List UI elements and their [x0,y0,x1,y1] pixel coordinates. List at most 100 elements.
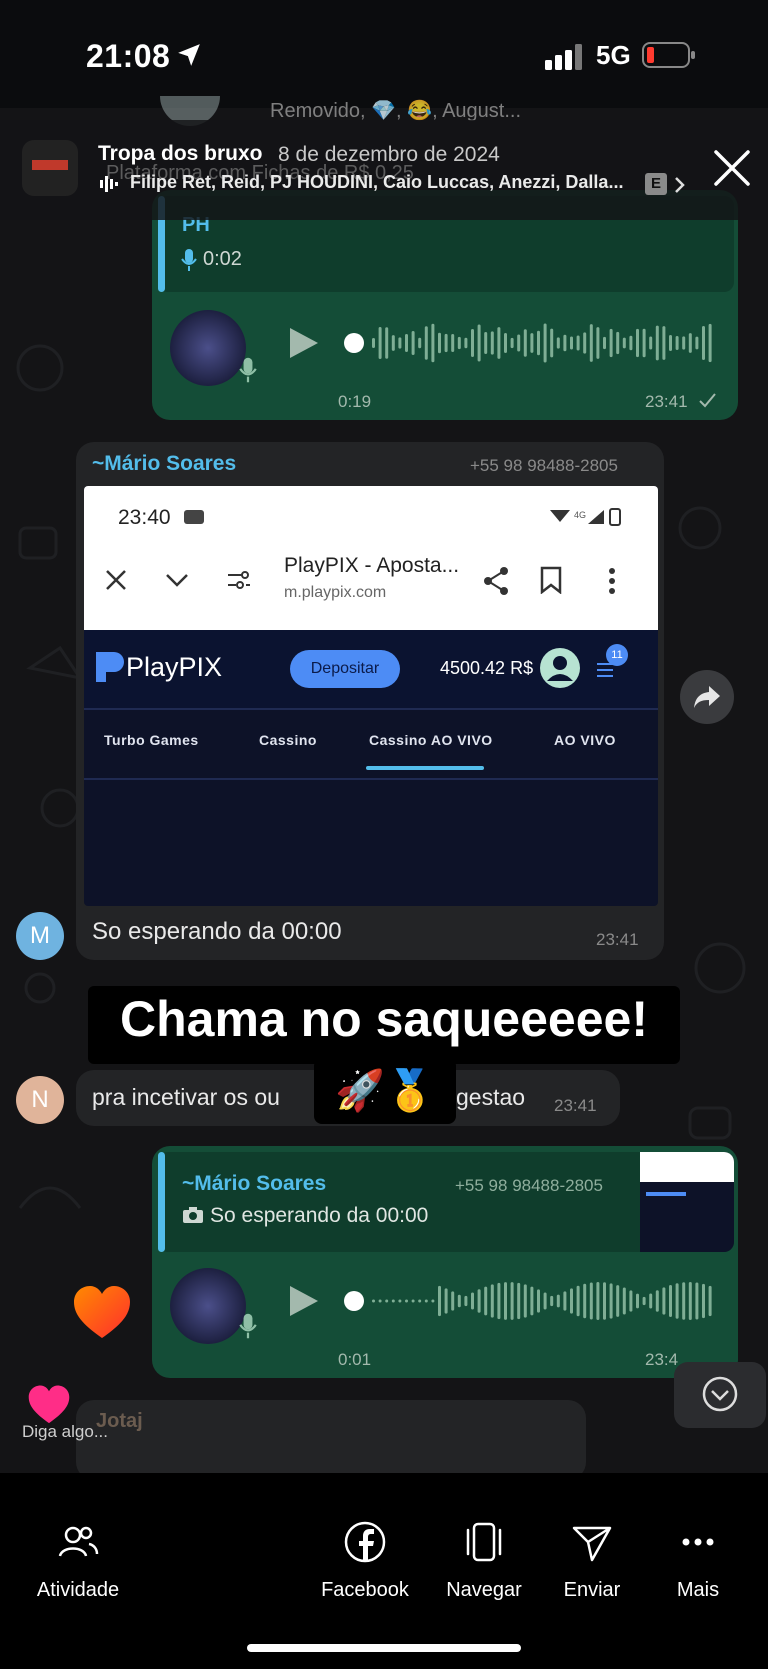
share-icon [484,567,508,595]
waveform-bar [398,1299,402,1303]
quote-thumbnail [640,1152,734,1252]
nav-send[interactable]: Enviar [532,1520,652,1602]
waveform-bar [457,336,461,350]
message-incoming-partial[interactable] [76,1400,586,1480]
waveform-bar [523,1284,527,1318]
battery-low-icon [642,42,695,68]
close-icon [106,570,126,590]
waveform-bar [385,1299,389,1303]
tab-turbo-games: Turbo Games [104,732,199,748]
quote-bar [158,1152,165,1252]
waveform-bar [583,1283,587,1319]
close-icon[interactable] [712,148,752,188]
voice-waveform[interactable] [340,318,712,368]
quote-audio-duration: 0:02 [203,248,242,270]
check-icon [699,393,716,408]
waveform-bar [669,1285,672,1317]
send-icon [572,1526,612,1562]
nav-facebook[interactable]: Facebook [305,1520,425,1602]
nav-activity[interactable]: Atividade [18,1520,138,1602]
message-time: 23:4 [645,1350,679,1369]
story-text-sticker[interactable]: Chama no saqueeeee! [88,990,680,1048]
waveform-bar [391,1299,395,1303]
network-type: 5G [596,40,631,70]
waveform-bar [583,332,587,354]
waveform-bar [589,324,593,362]
microphone-icon [181,249,197,271]
avatar[interactable]: N [16,1076,64,1124]
waveform-bar [424,326,428,360]
waveform-bar [655,1290,659,1312]
story-music[interactable]: Filipe Ret, Reid, PJ HOUDINI, Caio Lucca… [130,172,623,193]
waveform-bar [517,334,521,352]
message-text: So esperando da 00:00 [92,918,342,945]
heart-like-icon[interactable] [26,1384,72,1426]
waveform-bar [708,1285,712,1317]
waveform-bar [471,329,474,357]
people-icon [58,1526,99,1557]
waveform-bar [418,1299,422,1303]
more-vert-icon [609,568,615,594]
play-icon[interactable] [288,1284,320,1318]
microphone-icon [239,357,257,383]
message-text-right: gestao [456,1084,526,1110]
waveform-bar [550,1295,554,1307]
waveform-bar [688,333,692,353]
story-title[interactable]: Tropa dos bruxo [98,142,263,166]
waveform-bar [563,1291,567,1311]
waveform-bar [570,336,573,350]
waveform-bar [510,337,514,349]
waveform-bar [497,327,501,359]
waveform-bar [537,330,540,356]
status-time: 21:08 [86,38,171,74]
waveform-bar [484,1286,488,1316]
waveform-bar [688,1282,692,1320]
forward-icon [694,686,720,708]
waveform-bar [596,1282,600,1320]
story-group-thumbnail[interactable] [22,140,78,196]
heart-reaction-icon[interactable] [72,1284,132,1342]
browser-screenshot-image[interactable]: 23:40 4G PlayPIX - Aposta... m.playpix.c… [84,486,658,906]
message-sender: ~Mário Soares [92,452,237,475]
voice-duration: 0:01 [338,1350,372,1369]
waveform-bar [662,326,666,360]
browser-url: m.playpix.com [284,584,387,601]
chevron-right-icon[interactable] [674,176,686,194]
waveform-bar [484,332,488,354]
waveform-bar [372,1299,375,1303]
waveform-bar [444,333,448,353]
waveform-bar [622,337,626,349]
reply-input-placeholder[interactable]: Diga algo... [22,1422,108,1442]
nav-activity-label: Atividade [36,1579,120,1601]
waveform-bar [682,1282,686,1320]
nav-browse[interactable]: Navegar [424,1520,544,1602]
waveform-bar [642,328,646,358]
emoji-sticker[interactable]: 🚀🥇 [314,1058,456,1124]
waveform-bar [530,1286,534,1316]
waveform-bar [556,1294,560,1308]
waveform-bar [642,1296,646,1306]
waveform-bar [695,1282,699,1320]
waveform-bar [504,1282,507,1320]
divider [84,778,658,780]
waveform-bar [385,327,389,359]
voice-avatar [170,1268,246,1344]
waveform-bar [655,325,659,361]
sender-phone: +55 98 98488-2805 [470,456,618,475]
audio-bars-icon [100,176,118,192]
waveform-bar [662,1287,666,1315]
explicit-badge: E [645,173,667,195]
waveform-bar [636,1293,639,1309]
nav-more[interactable]: Mais [638,1520,758,1602]
voice-waveform[interactable] [340,1276,712,1326]
play-icon[interactable] [288,326,320,360]
waveform-bar [622,1287,626,1315]
microphone-icon [239,1313,257,1339]
user-avatar-icon [540,648,580,688]
waveform-bar [570,1288,573,1314]
cell-signal-icon [545,44,582,70]
waveform-bar [629,335,633,351]
waveform-bar [609,1283,613,1319]
avatar[interactable]: M [16,912,64,960]
waveform-bar [576,1285,580,1317]
